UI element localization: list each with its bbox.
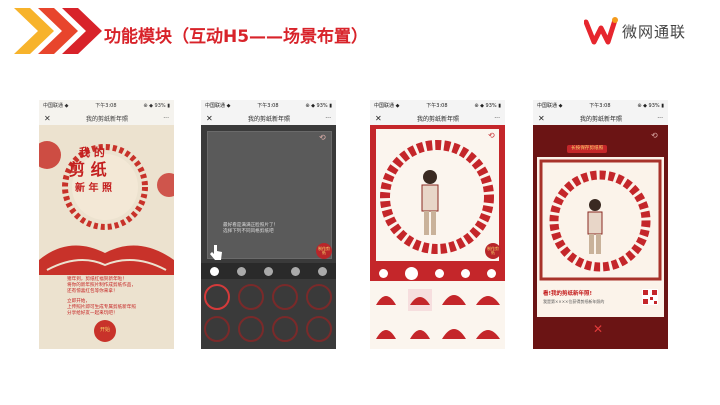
tab-accessory[interactable]	[487, 268, 497, 278]
battery-status: ⊕ ◆ 93% ▮	[637, 102, 664, 109]
edit-body: ⟲ 制作剪纸	[370, 125, 505, 349]
upload-body: ⟲ 最好看是满满正脸照片了！ 选择下列不同风格剪纸吧 制作剪纸	[201, 125, 336, 349]
nav-title: 我的剪纸新年照	[85, 115, 128, 123]
save-banner: 长按保存剪纸照	[567, 145, 608, 153]
intro-text: 猪年到，剪纸红福贺新年啦！ 将你的新年照片制作成剪纸作品， 还有惊喜红包等你来拿…	[67, 277, 167, 317]
make-papercut-button[interactable]: 制作剪纸	[485, 243, 501, 259]
tab-frame[interactable]	[210, 266, 219, 276]
battery-status: ⊕ ◆ 93% ▮	[143, 102, 170, 109]
more-icon[interactable]: ···	[657, 115, 663, 122]
rotate-icon[interactable]: ⟲	[319, 134, 326, 142]
phone-screen-cover: 中国联通 ◆ 下午3:08 ⊕ ◆ 93% ▮ ✕ 我的剪纸新年照 ··· 我 …	[39, 100, 174, 349]
tab-clothes[interactable]	[461, 268, 471, 278]
chevron-logo-icon	[14, 8, 102, 54]
status-bar: 中国联通 ◆ 下午3:08 ⊕ ◆ 93% ▮	[533, 100, 668, 111]
hair-options-grid[interactable]	[370, 283, 505, 349]
carrier-label: 中国联通 ◆	[43, 103, 69, 109]
qr-code-icon	[642, 289, 658, 305]
result-subtitle: 我是第××××位获得剪纸新年照的	[543, 299, 605, 304]
close-result-icon[interactable]: ✕	[593, 323, 603, 335]
status-bar: 中国联通 ◆ 下午3:08 ⊕ ◆ 93% ▮	[201, 100, 336, 111]
carrier-label: 中国联通 ◆	[205, 103, 231, 109]
result-papercut-image	[539, 159, 662, 281]
tab-hair[interactable]	[404, 266, 418, 280]
carrier-label: 中国联通 ◆	[374, 103, 400, 109]
status-time: 下午3:08	[257, 103, 279, 109]
status-bar: 中国联通 ◆ 下午3:08 ⊕ ◆ 93% ▮	[370, 100, 505, 111]
hero-line-3: 新 年 照	[75, 183, 112, 194]
brand-w-icon	[584, 17, 618, 45]
style-tabs	[370, 265, 505, 281]
tab-hair[interactable]	[237, 266, 246, 276]
pointer-hand-icon	[210, 245, 222, 260]
close-icon[interactable]: ✕	[44, 114, 51, 123]
tab-frame[interactable]	[378, 268, 388, 278]
intro-line: 分享给好友一起来玩吧！	[67, 311, 118, 316]
tab-face[interactable]	[434, 268, 444, 278]
hero-line-2: 剪 纸	[69, 160, 107, 179]
start-button[interactable]: 开始	[97, 327, 113, 333]
result-title: 看!我的剪纸新年照!	[543, 291, 593, 297]
nav-title: 我的剪纸新年照	[247, 115, 290, 123]
tab-clothes[interactable]	[291, 266, 300, 276]
tip-line-2: 选择下列不同风格剪纸吧	[223, 229, 274, 234]
more-icon[interactable]: ···	[163, 115, 169, 122]
nav-title: 我的剪纸新年照	[579, 115, 622, 123]
result-body: 长按保存剪纸照 ⟲ 看!我的剪纸新年照! 我是第××××位获得剪纸新年照的 ✕	[533, 125, 668, 349]
cover-body: 我 的 剪 纸 新 年 照 猪年到，剪纸红福贺新年啦！ 将你的新年照片制作成剪纸…	[39, 125, 174, 349]
nav-bar: ✕ 我的剪纸新年照 ···	[370, 111, 505, 125]
phone-screen-upload: 中国联通 ◆ 下午3:08 ⊕ ◆ 93% ▮ ✕ 我的剪纸新年照 ··· ⟲ …	[201, 100, 336, 349]
carrier-label: 中国联通 ◆	[537, 103, 563, 109]
close-icon[interactable]: ✕	[538, 114, 545, 123]
status-time: 下午3:08	[589, 103, 611, 109]
result-card[interactable]: 看!我的剪纸新年照! 我是第××××位获得剪纸新年照的	[537, 157, 664, 317]
nav-bar: ✕ 我的剪纸新年照 ···	[533, 111, 668, 125]
nav-title: 我的剪纸新年照	[416, 115, 459, 123]
status-bar: 中国联通 ◆ 下午3:08 ⊕ ◆ 93% ▮	[39, 100, 174, 111]
battery-status: ⊕ ◆ 93% ▮	[474, 102, 501, 109]
phone-screen-result: 中国联通 ◆ 下午3:08 ⊕ ◆ 93% ▮ ✕ 我的剪纸新年照 ··· 长按…	[533, 100, 668, 349]
nav-bar: ✕ 我的剪纸新年照 ···	[201, 111, 336, 125]
brand-name: 微网通联	[622, 22, 687, 41]
battery-status: ⊕ ◆ 93% ▮	[305, 102, 332, 109]
rotate-icon[interactable]: ⟲	[488, 132, 495, 140]
tab-face[interactable]	[264, 266, 273, 276]
page-title: 功能模块（互动H5——场景布置）	[104, 27, 369, 47]
tab-accessory[interactable]	[318, 266, 327, 276]
phone-screen-edit: 中国联通 ◆ 下午3:08 ⊕ ◆ 93% ▮ ✕ 我的剪纸新年照 ··· ⟲ …	[370, 100, 505, 349]
frame-options-grid[interactable]	[201, 281, 336, 347]
status-time: 下午3:08	[426, 103, 448, 109]
style-tabs	[201, 263, 336, 279]
close-icon[interactable]: ✕	[375, 114, 382, 123]
close-icon[interactable]: ✕	[206, 114, 213, 123]
nav-bar: ✕ 我的剪纸新年照 ···	[39, 111, 174, 125]
more-icon[interactable]: ···	[494, 115, 500, 122]
status-time: 下午3:08	[95, 103, 117, 109]
rotate-icon[interactable]: ⟲	[651, 132, 658, 140]
hero-line-1: 我 的	[79, 146, 105, 159]
brand-logo: 微网通联	[584, 16, 686, 46]
make-papercut-button[interactable]: 制作剪纸	[316, 243, 332, 259]
more-icon[interactable]: ···	[325, 115, 331, 122]
photo-upload-area[interactable]	[207, 131, 332, 259]
papercut-frame-preview	[370, 125, 505, 265]
